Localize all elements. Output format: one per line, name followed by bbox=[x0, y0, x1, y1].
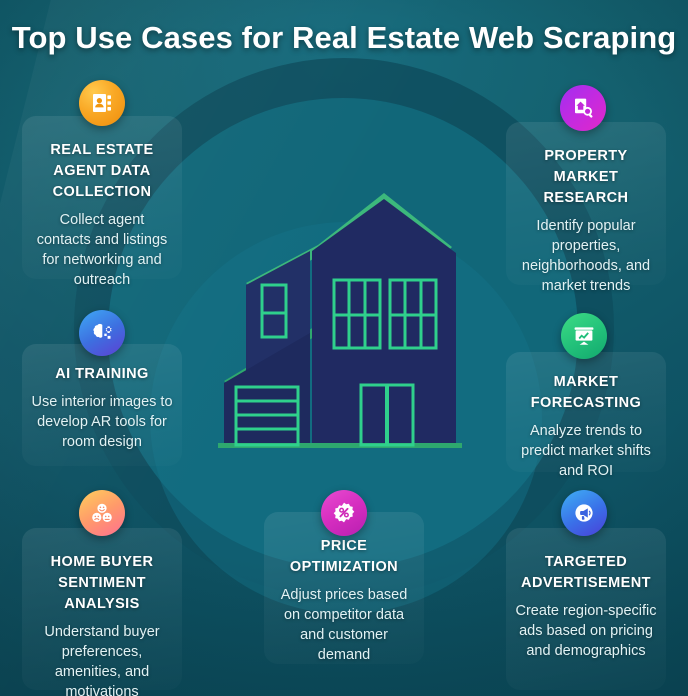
house-illustration bbox=[218, 193, 462, 448]
card-description: Adjust prices based on competitor data a… bbox=[280, 587, 408, 663]
card-title: AI TRAINING bbox=[55, 366, 149, 382]
property-search-icon bbox=[560, 85, 606, 131]
page-title: Top Use Cases for Real Estate Web Scrapi… bbox=[11, 20, 677, 55]
percent-badge-icon bbox=[321, 490, 367, 536]
presentation-chart-icon bbox=[561, 313, 607, 359]
address-book-icon bbox=[79, 80, 125, 126]
card-description: Use interior images to develop AR tools … bbox=[31, 394, 173, 450]
megaphone-icon bbox=[561, 490, 607, 536]
card-title: PROPERTY MARKET RESEARCH bbox=[543, 148, 629, 206]
card-market-forecasting: MARKET FORECASTING Analyze trends to pre… bbox=[506, 352, 666, 479]
card-property-market-research: PROPERTY MARKET RESEARCH Identify popula… bbox=[506, 122, 666, 294]
card-title: HOME BUYER SENTIMENT ANALYSIS bbox=[50, 554, 154, 612]
card-description: Create region-specific ads based on pric… bbox=[515, 603, 657, 659]
card-description: Identify popular properties, neighborhoo… bbox=[521, 218, 651, 294]
emoji-faces-icon bbox=[79, 490, 125, 536]
card-title: REAL ESTATE AGENT DATA COLLECTION bbox=[50, 142, 154, 200]
card-description: Collect agent contacts and listings for … bbox=[36, 212, 168, 288]
card-description: Understand buyer preferences, amenities,… bbox=[44, 624, 160, 696]
card-targeted-advertisement: TARGETED ADVERTISEMENT Create region-spe… bbox=[506, 528, 666, 690]
card-description: Analyze trends to predict market shifts … bbox=[521, 423, 651, 479]
card-ai-training: AI TRAINING Use interior images to devel… bbox=[22, 344, 182, 466]
card-title: MARKET FORECASTING bbox=[530, 374, 642, 411]
card-title: PRICE OPTIMIZATION bbox=[289, 538, 399, 575]
infographic-canvas: Top Use Cases for Real Estate Web Scrapi… bbox=[0, 0, 688, 696]
card-real-estate-agent-data-collection: REAL ESTATE AGENT DATA COLLECTION Collec… bbox=[22, 116, 182, 288]
card-home-buyer-sentiment-analysis: HOME BUYER SENTIMENT ANALYSIS Understand… bbox=[22, 528, 182, 696]
brain-gear-icon bbox=[79, 310, 125, 356]
card-title: TARGETED ADVERTISEMENT bbox=[521, 554, 651, 591]
